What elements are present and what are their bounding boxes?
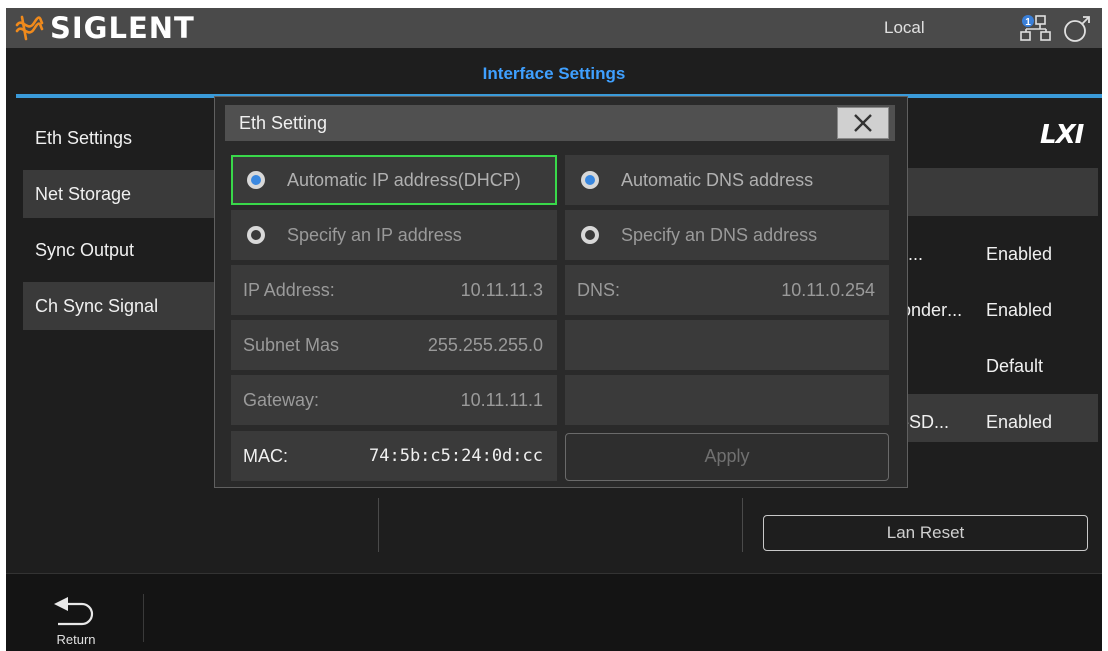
gateway-value: 10.11.11.1 [460,390,543,410]
empty-cell [565,375,889,425]
dialog-close-button[interactable] [837,107,889,139]
bottom-bar: Return [6,573,1102,651]
lxi-logo: LXI [1040,120,1084,150]
mac-value: 74:5b:c5:24:0d:cc [369,446,543,466]
ip-address-field[interactable]: IP Address: 10.11.11.3 [231,265,557,315]
radio-selected-icon [247,171,265,189]
radio-unselected-icon [581,226,599,244]
top-bar: SIGLENT Local 1 [6,8,1102,48]
background-band [886,168,1098,216]
subnet-mask-value: 255.255.255.0 [427,335,543,355]
dns-value: 10.11.0.254 [781,280,875,300]
dns-auto-label: Automatic DNS address [621,170,814,190]
subnet-mask-field[interactable]: Subnet Mas 255.255.255.0 [231,320,557,370]
gateway-field[interactable]: Gateway: 10.11.11.1 [231,375,557,425]
network-icon[interactable]: 1 [1018,14,1052,42]
page-title-row: Interface Settings [6,58,1102,90]
usb-device-icon[interactable] [1062,15,1092,43]
bg-setting-row[interactable]: ...: Default [886,342,1098,390]
siglent-logo-icon [15,15,44,41]
bg-setting-value: Default [986,356,1044,376]
ip-address-label: IP Address: [243,280,335,300]
return-button[interactable]: Return [46,586,106,648]
dns-manual-radio[interactable]: Specify an DNS address [565,210,889,260]
return-arrow-icon [54,597,94,626]
screen: SIGLENT Local 1 Interface Settings Eth S… [6,8,1102,651]
apply-button[interactable]: Apply [565,433,889,481]
network-badge: 1 [1025,17,1031,28]
empty-cell [565,320,889,370]
close-icon [854,114,872,132]
mac-label: MAC: [243,446,288,466]
bg-setting-value: Enabled [986,300,1053,320]
ip-auto-label: Automatic IP address(DHCP) [287,170,521,190]
ip-address-value: 10.11.11.3 [460,280,543,300]
subnet-mask-label: Subnet Mas [243,335,340,355]
gateway-label: Gateway: [243,390,320,410]
ip-manual-radio[interactable]: Specify an IP address [231,210,557,260]
bg-setting-value: Enabled [986,412,1053,432]
brand-logo: SIGLENT [14,10,195,46]
radio-selected-icon [581,171,599,189]
brand-name: SIGLENT [50,11,195,45]
dns-label: DNS: [577,280,621,300]
eth-setting-dialog: Eth Setting Automatic IP address(DHCP) A… [214,96,908,488]
dns-auto-radio[interactable]: Automatic DNS address [565,155,889,205]
dns-field[interactable]: DNS: 10.11.0.254 [565,265,889,315]
lan-reset-button[interactable]: Lan Reset [763,515,1088,551]
ip-auto-radio[interactable]: Automatic IP address(DHCP) [231,155,557,205]
remote-status: Local [884,18,925,37]
column-divider [378,498,379,552]
return-label: Return [56,632,96,647]
radio-unselected-icon [247,226,265,244]
mac-field: MAC: 74:5b:c5:24:0d:cc [231,431,557,481]
bg-setting-row[interactable]: ...S-SD: Enabled [886,398,1098,446]
dialog-title: Eth Setting [239,113,328,133]
dialog-header: Eth Setting [225,105,895,141]
bg-setting-row[interactable]: ...IP: Enabled [886,230,1098,278]
dns-manual-label: Specify an DNS address [621,225,818,245]
page-title: Interface Settings [482,64,626,83]
column-divider [742,498,743,552]
ip-manual-label: Specify an IP address [287,225,462,245]
bottom-divider [143,594,144,642]
bg-setting-row[interactable]: ...ponder: Enabled [886,286,1098,334]
bg-setting-value: Enabled [986,244,1053,264]
